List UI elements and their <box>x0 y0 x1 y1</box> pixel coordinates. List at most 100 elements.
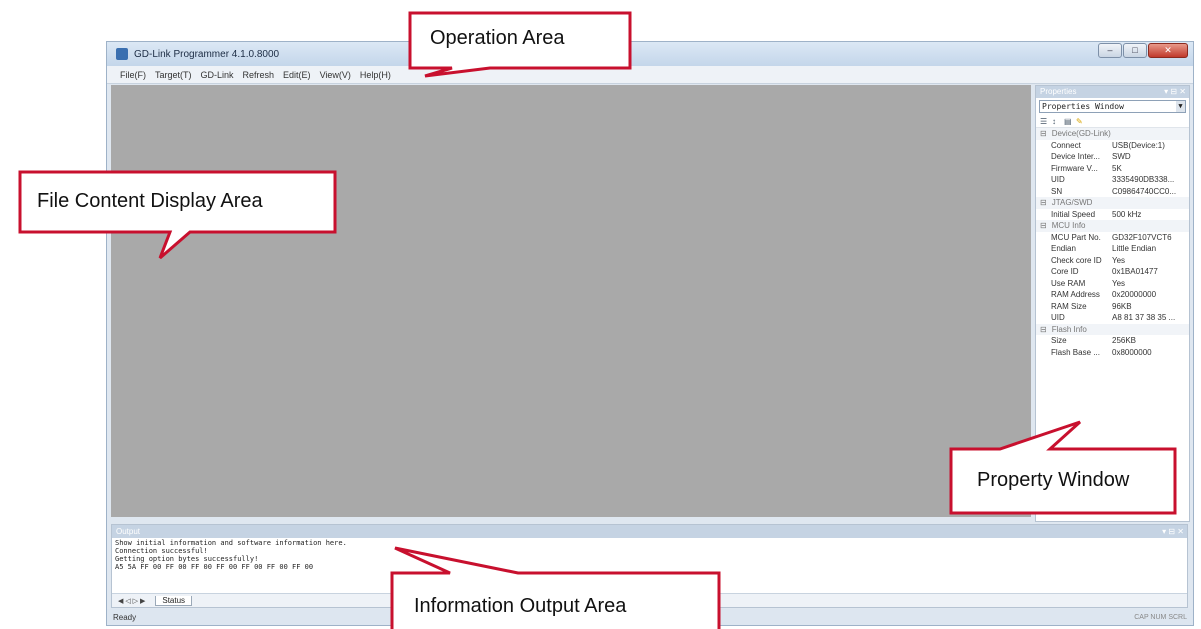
window-title: GD-Link Programmer 4.1.0.8000 <box>134 48 280 60</box>
collapse-icon[interactable]: ⊟ <box>1040 325 1047 334</box>
collapse-icon[interactable]: ⊟ <box>1040 198 1047 207</box>
property-value: Yes <box>1112 278 1126 288</box>
property-window-header: Properties ▾ ⊟ ✕ <box>1036 86 1189 98</box>
property-row[interactable]: Use RAM Yes <box>1036 278 1189 290</box>
property-row[interactable]: Core ID 0x1BA01477 <box>1036 266 1189 278</box>
close-button[interactable]: ✕ <box>1148 43 1188 58</box>
status-bar: Ready CAP NUM SCRL <box>107 609 1193 625</box>
property-value: Little Endian <box>1112 244 1157 253</box>
property-row[interactable]: Device Inter... SWD <box>1036 151 1189 163</box>
property-category[interactable]: ⊟ MCU Info <box>1036 220 1189 232</box>
property-window-header-buttons[interactable]: ▾ ⊟ ✕ <box>1164 86 1186 98</box>
property-value: 0x1BA01477 <box>1112 267 1158 276</box>
information-output-label: Information Output Area <box>414 595 627 617</box>
property-value: 0x20000000 <box>1112 290 1157 299</box>
property-row[interactable]: Size 256KB <box>1036 335 1189 347</box>
property-category-label: Flash Info <box>1051 324 1087 334</box>
property-toolbar: ☰ ↕ ▤ ✎ <box>1036 115 1189 128</box>
output-log[interactable]: Show initial information and software in… <box>112 538 1187 572</box>
property-row[interactable]: SN C09864740CC0... <box>1036 186 1189 198</box>
property-row[interactable]: Endian Little Endian <box>1036 243 1189 255</box>
collapse-icon[interactable]: ⊟ <box>1040 221 1047 230</box>
property-key: UID <box>1051 175 1065 184</box>
pencil-icon[interactable]: ✎ <box>1076 117 1085 126</box>
property-window: Properties ▾ ⊟ ✕ Properties Window ▼ ☰ ↕… <box>1035 85 1190 522</box>
property-row[interactable]: Flash Base ... 0x8000000 <box>1036 347 1189 359</box>
property-row[interactable]: MCU Part No. GD32F107VCT6 <box>1036 232 1189 244</box>
property-key: Endian <box>1051 244 1076 253</box>
property-row[interactable]: RAM Address 0x20000000 <box>1036 289 1189 301</box>
menu-view[interactable]: View(V) <box>320 70 351 80</box>
property-category-label: Device(GD-Link) <box>1051 129 1111 138</box>
output-header: Output ▾ ⊟ ✕ <box>112 525 1187 538</box>
minimize-button[interactable]: – <box>1098 43 1122 58</box>
property-key: Core ID <box>1051 267 1079 276</box>
app-icon <box>116 48 128 60</box>
sort-icon[interactable]: ↕ <box>1052 117 1061 126</box>
property-value: 5K <box>1112 163 1122 173</box>
property-value: C09864740CC0... <box>1112 186 1177 196</box>
property-row[interactable]: Connect USB(Device:1) <box>1036 140 1189 152</box>
property-key: UID <box>1051 313 1065 322</box>
property-row[interactable]: UID A8 81 37 38 35 ... <box>1036 312 1189 324</box>
property-pages-icon[interactable]: ▤ <box>1064 117 1073 126</box>
window-controls: – □ ✕ <box>1097 43 1188 58</box>
property-key: RAM Size <box>1051 301 1087 311</box>
property-category[interactable]: ⊟ JTAG/SWD <box>1036 197 1189 209</box>
property-value: A8 81 37 38 35 ... <box>1112 313 1176 322</box>
categorized-icon[interactable]: ☰ <box>1040 117 1049 126</box>
property-key: SN <box>1051 186 1063 196</box>
menu-edit[interactable]: Edit(E) <box>283 70 311 80</box>
property-value: 3335490DB338... <box>1112 175 1175 184</box>
property-value: 0x8000000 <box>1112 347 1152 357</box>
property-key: Flash Base ... <box>1051 347 1100 357</box>
property-row[interactable]: Initial Speed 500 kHz <box>1036 209 1189 221</box>
collapse-icon[interactable]: ⊟ <box>1040 129 1047 138</box>
app-window: GD-Link Programmer 4.1.0.8000 – □ ✕ File… <box>106 41 1194 626</box>
menu-gd-link[interactable]: GD-Link <box>201 70 234 80</box>
property-key: Use RAM <box>1051 278 1086 288</box>
status-indicators: CAP NUM SCRL <box>1134 613 1187 621</box>
property-value: 500 kHz <box>1112 209 1142 219</box>
property-row[interactable]: Check core ID Yes <box>1036 255 1189 267</box>
property-value: GD32F107VCT6 <box>1112 232 1172 242</box>
property-value: Yes <box>1112 255 1126 265</box>
property-key: Device Inter... <box>1051 152 1100 161</box>
property-value: USB(Device:1) <box>1112 140 1165 150</box>
menu-file[interactable]: File(F) <box>120 70 146 80</box>
output-line: A5 5A FF 00 FF 00 FF 00 FF 00 FF 00 FF 0… <box>115 563 314 571</box>
menu-refresh[interactable]: Refresh <box>243 70 275 80</box>
menu-target[interactable]: Target(T) <box>155 70 192 80</box>
output-panel: Output ▾ ⊟ ✕ Show initial information an… <box>111 524 1188 608</box>
tab-status[interactable]: Status <box>155 595 193 606</box>
property-category[interactable]: ⊟ Device(GD-Link) <box>1036 128 1189 140</box>
menu-bar: File(F) Target(T) GD-Link Refresh Edit(E… <box>107 66 1193 84</box>
output-line: Show initial information and software in… <box>115 539 347 547</box>
property-value: SWD <box>1112 152 1131 161</box>
property-window-title: Properties <box>1040 87 1077 96</box>
output-title: Output <box>116 527 141 536</box>
property-category-label: JTAG/SWD <box>1051 198 1093 207</box>
property-key: Connect <box>1051 140 1081 150</box>
property-object-selector[interactable]: Properties Window ▼ <box>1039 100 1186 113</box>
property-grid: ⊟ Device(GD-Link) Connect USB(Device:1) Devi… <box>1036 128 1189 358</box>
file-content-label: File Content Display Area <box>37 190 263 212</box>
property-row[interactable]: UID 3335490DB338... <box>1036 174 1189 186</box>
tab-nav-arrows[interactable]: ◀ ◁ ▷ ▶ <box>118 597 145 605</box>
chevron-down-icon[interactable]: ▼ <box>1176 101 1185 112</box>
output-header-buttons[interactable]: ▾ ⊟ ✕ <box>1162 525 1184 538</box>
property-category-label: MCU Info <box>1051 221 1086 230</box>
property-row[interactable]: RAM Size 96KB <box>1036 301 1189 313</box>
output-line: Connection successful! <box>115 547 208 555</box>
property-key: Check core ID <box>1051 255 1102 265</box>
property-key: Size <box>1051 336 1067 345</box>
maximize-button[interactable]: □ <box>1123 43 1147 58</box>
menu-help[interactable]: Help(H) <box>360 70 391 80</box>
operation-area-label: Operation Area <box>430 27 565 49</box>
property-key: Firmware V... <box>1051 163 1098 173</box>
property-row[interactable]: Firmware V... 5K <box>1036 163 1189 175</box>
property-value: 256KB <box>1112 336 1137 345</box>
property-category[interactable]: ⊟ Flash Info <box>1036 323 1189 335</box>
property-key: MCU Part No. <box>1051 232 1101 242</box>
file-content-display-area[interactable] <box>111 85 1031 517</box>
